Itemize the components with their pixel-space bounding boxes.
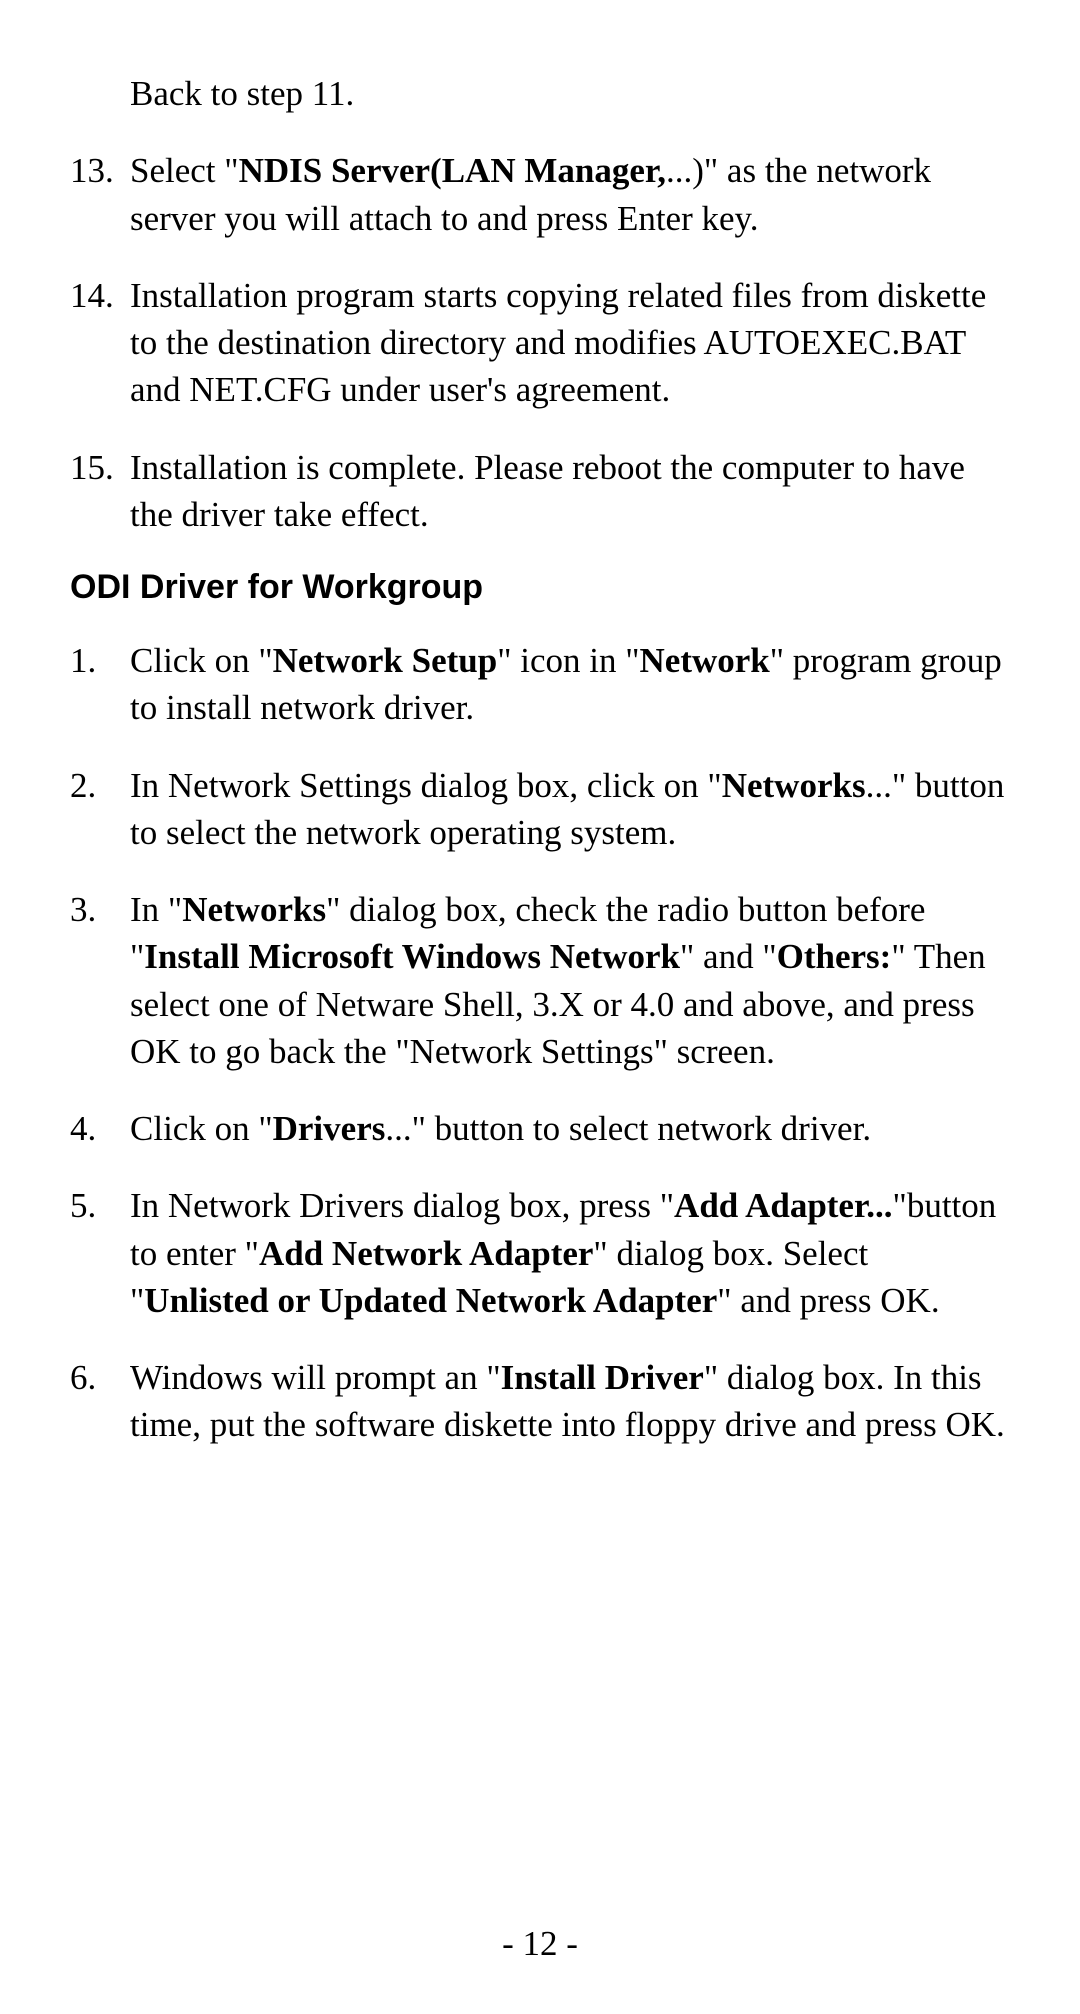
- text-run: Click on ": [130, 1109, 273, 1148]
- text-run: Windows will prompt an ": [130, 1358, 501, 1397]
- list-item-number: 2.: [70, 762, 130, 809]
- list-item-body: Click on "Network Setup" icon in "Networ…: [130, 637, 1010, 732]
- list-item-number: 13.: [70, 147, 130, 194]
- list-item-body: Installation program starts copying rela…: [130, 272, 1010, 414]
- list-item-body: In Network Settings dialog box, click on…: [130, 762, 1010, 857]
- list-item-number: 3.: [70, 886, 130, 933]
- list-item-body: Installation is complete. Please reboot …: [130, 444, 1010, 539]
- list-item: 15.Installation is complete. Please rebo…: [70, 444, 1010, 539]
- text-run: Select ": [130, 151, 239, 190]
- ordered-list-b: 1.Click on "Network Setup" icon in "Netw…: [70, 637, 1010, 1449]
- list-item: 14.Installation program starts copying r…: [70, 272, 1010, 414]
- list-item-number: 14.: [70, 272, 130, 319]
- document-page: Back to step 11. 13.Select "NDIS Server(…: [0, 0, 1080, 2014]
- text-run: In ": [130, 890, 182, 929]
- bold-text: Others:: [777, 937, 892, 976]
- list-item: 6.Windows will prompt an "Install Driver…: [70, 1354, 1010, 1449]
- bold-text: Network Setup: [273, 641, 498, 680]
- list-item: 13.Select "NDIS Server(LAN Manager,...)"…: [70, 147, 1010, 242]
- text-run: Click on ": [130, 641, 273, 680]
- text-run: In Network Drivers dialog box, press ": [130, 1186, 674, 1225]
- bold-text: Install Microsoft Windows Network: [144, 937, 680, 976]
- list-item-body: Windows will prompt an "Install Driver" …: [130, 1354, 1010, 1449]
- list-item: 3.In "Networks" dialog box, check the ra…: [70, 886, 1010, 1075]
- text-run: ..." button to select network driver.: [385, 1109, 871, 1148]
- bold-text: Add Network Adapter: [259, 1234, 593, 1273]
- list-item-body: Click on "Drivers..." button to select n…: [130, 1105, 1010, 1152]
- bold-text: Networks: [182, 890, 326, 929]
- bold-text: Drivers: [273, 1109, 386, 1148]
- bold-text: Networks: [722, 766, 866, 805]
- list-item-body: In Network Drivers dialog box, press "Ad…: [130, 1182, 1010, 1324]
- list-item-number: 15.: [70, 444, 130, 491]
- list-item-number: 5.: [70, 1182, 130, 1229]
- ordered-list-a: 13.Select "NDIS Server(LAN Manager,...)"…: [70, 147, 1010, 538]
- page-number: - 12 -: [0, 1924, 1080, 1964]
- text-run: " icon in ": [497, 641, 639, 680]
- page-number-prefix: -: [502, 1924, 522, 1963]
- bold-text: Network: [640, 641, 770, 680]
- text-run: " and ": [680, 937, 777, 976]
- bold-text: Unlisted or Updated Network Adapter: [144, 1281, 717, 1320]
- list-item-number: 4.: [70, 1105, 130, 1152]
- list-item-body: In "Networks" dialog box, check the radi…: [130, 886, 1010, 1075]
- page-number-value: 12: [523, 1924, 558, 1963]
- section-heading: ODI Driver for Workgroup: [70, 568, 1010, 607]
- list-item-body: Select "NDIS Server(LAN Manager,...)" as…: [130, 147, 1010, 242]
- list-item: 4.Click on "Drivers..." button to select…: [70, 1105, 1010, 1152]
- text-run: Installation program starts copying rela…: [130, 276, 986, 410]
- continuation-text: Back to step 11.: [130, 70, 1010, 117]
- list-item: 5.In Network Drivers dialog box, press "…: [70, 1182, 1010, 1324]
- bold-text: Install Driver: [501, 1358, 704, 1397]
- list-item: 2.In Network Settings dialog box, click …: [70, 762, 1010, 857]
- bold-text: NDIS Server(LAN Manager,: [239, 151, 666, 190]
- list-item-number: 1.: [70, 637, 130, 684]
- list-item-number: 6.: [70, 1354, 130, 1401]
- text-run: In Network Settings dialog box, click on…: [130, 766, 722, 805]
- text-run: " and press OK.: [717, 1281, 939, 1320]
- list-item: 1.Click on "Network Setup" icon in "Netw…: [70, 637, 1010, 732]
- bold-text: Add Adapter...: [674, 1186, 893, 1225]
- page-number-suffix: -: [558, 1924, 578, 1963]
- text-run: Installation is complete. Please reboot …: [130, 448, 965, 534]
